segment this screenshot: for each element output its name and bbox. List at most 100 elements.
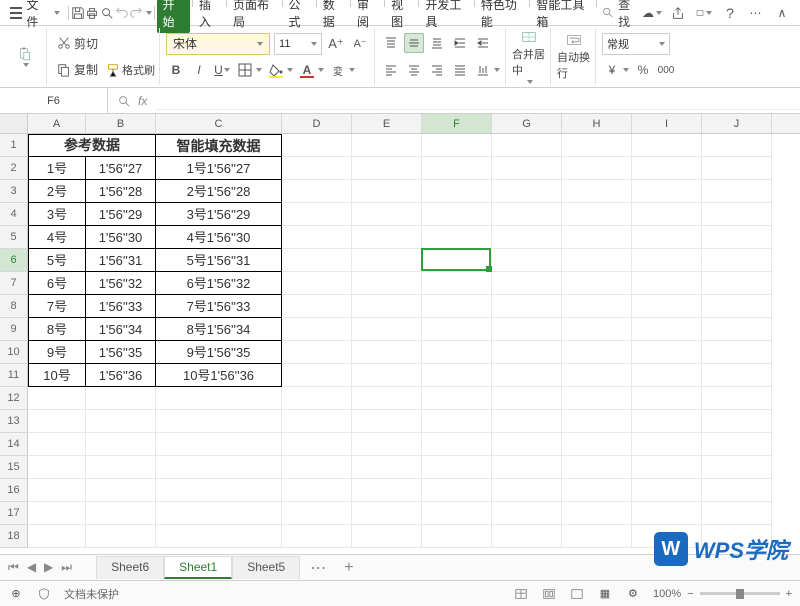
- cell[interactable]: [702, 134, 772, 157]
- cell[interactable]: 2号1'56''28: [156, 180, 282, 203]
- cell[interactable]: 1'56''28: [86, 180, 156, 203]
- cell[interactable]: 7号1'56''33: [156, 295, 282, 318]
- cell[interactable]: [352, 226, 422, 249]
- cell[interactable]: [282, 180, 352, 203]
- row-header[interactable]: 6: [0, 249, 28, 272]
- fill-color-button[interactable]: [266, 60, 286, 80]
- help-icon[interactable]: ?: [722, 5, 738, 21]
- row-header[interactable]: 9: [0, 318, 28, 341]
- print-icon[interactable]: [85, 5, 100, 21]
- row-header[interactable]: 17: [0, 502, 28, 525]
- cell[interactable]: [492, 341, 562, 364]
- last-sheet-icon[interactable]: ⏭: [59, 560, 74, 575]
- cell[interactable]: [632, 387, 702, 410]
- col-header-C[interactable]: C: [156, 114, 282, 133]
- cell[interactable]: [28, 525, 86, 548]
- cell[interactable]: [562, 341, 632, 364]
- cell[interactable]: [702, 295, 772, 318]
- cell[interactable]: [352, 249, 422, 272]
- insert-function-icon[interactable]: [116, 93, 132, 109]
- comma-icon[interactable]: 000: [656, 60, 676, 80]
- cell[interactable]: [492, 203, 562, 226]
- cut-button[interactable]: 剪切: [53, 33, 155, 54]
- cell[interactable]: [632, 272, 702, 295]
- row-header[interactable]: 18: [0, 525, 28, 548]
- cell[interactable]: [352, 479, 422, 502]
- cell[interactable]: 8号1'56''34: [156, 318, 282, 341]
- fx-icon[interactable]: fx: [138, 94, 147, 108]
- cell[interactable]: [422, 456, 492, 479]
- cell[interactable]: 10号1'56''36: [156, 364, 282, 387]
- cell[interactable]: [282, 226, 352, 249]
- cell[interactable]: 1'56''35: [86, 341, 156, 364]
- percent-icon[interactable]: %: [633, 60, 653, 80]
- cell[interactable]: [562, 318, 632, 341]
- cell[interactable]: 1'56''27: [86, 157, 156, 180]
- col-header-H[interactable]: H: [562, 114, 632, 133]
- cell[interactable]: 10号: [28, 364, 86, 387]
- cell[interactable]: [562, 387, 632, 410]
- cell[interactable]: [86, 502, 156, 525]
- cell[interactable]: [632, 226, 702, 249]
- cell[interactable]: 1'56''33: [86, 295, 156, 318]
- row-header[interactable]: 1: [0, 134, 28, 157]
- cell[interactable]: 4号: [28, 226, 86, 249]
- cell[interactable]: [156, 502, 282, 525]
- cell[interactable]: [702, 456, 772, 479]
- sheet-tab[interactable]: Sheet6: [96, 556, 164, 579]
- cell[interactable]: [702, 272, 772, 295]
- cell[interactable]: [702, 387, 772, 410]
- cell[interactable]: [702, 364, 772, 387]
- cell[interactable]: [702, 203, 772, 226]
- save-icon[interactable]: [70, 5, 85, 21]
- col-header-F[interactable]: F: [422, 114, 492, 133]
- cell[interactable]: [28, 433, 86, 456]
- cell[interactable]: [86, 525, 156, 548]
- cell[interactable]: 1'56''32: [86, 272, 156, 295]
- cell[interactable]: [28, 134, 86, 157]
- cell[interactable]: [562, 157, 632, 180]
- window-icon[interactable]: [696, 5, 712, 21]
- cell[interactable]: [702, 318, 772, 341]
- justify-icon[interactable]: [450, 60, 470, 80]
- cell[interactable]: [352, 272, 422, 295]
- cell[interactable]: [352, 456, 422, 479]
- cell[interactable]: [632, 180, 702, 203]
- cell[interactable]: [702, 249, 772, 272]
- view-page-icon[interactable]: [541, 586, 557, 602]
- crosshair-icon[interactable]: ⊕: [8, 586, 24, 602]
- cell[interactable]: [352, 410, 422, 433]
- cell[interactable]: [86, 387, 156, 410]
- cell[interactable]: [282, 134, 352, 157]
- cell[interactable]: [562, 364, 632, 387]
- row-header[interactable]: 14: [0, 433, 28, 456]
- cell[interactable]: [632, 456, 702, 479]
- cell[interactable]: [28, 456, 86, 479]
- col-header-I[interactable]: I: [632, 114, 702, 133]
- col-header-G[interactable]: G: [492, 114, 562, 133]
- cell[interactable]: [282, 525, 352, 548]
- align-middle-icon[interactable]: [404, 33, 424, 53]
- align-left-icon[interactable]: [381, 60, 401, 80]
- cell[interactable]: [422, 364, 492, 387]
- chevron-down-icon[interactable]: [146, 11, 152, 15]
- cell[interactable]: [352, 157, 422, 180]
- cell[interactable]: [422, 433, 492, 456]
- cell[interactable]: 1'56''29: [86, 203, 156, 226]
- cell[interactable]: 6号1'56''32: [156, 272, 282, 295]
- cell[interactable]: [352, 180, 422, 203]
- row-header[interactable]: 7: [0, 272, 28, 295]
- settings-icon[interactable]: ⚙: [625, 586, 641, 602]
- cell[interactable]: [492, 456, 562, 479]
- cell[interactable]: [352, 134, 422, 157]
- format-painter-button[interactable]: 格式刷: [106, 62, 155, 78]
- cell[interactable]: [492, 318, 562, 341]
- cell[interactable]: [156, 525, 282, 548]
- align-center-icon[interactable]: [404, 60, 424, 80]
- cell[interactable]: [702, 502, 772, 525]
- cell[interactable]: [282, 295, 352, 318]
- cell[interactable]: [632, 295, 702, 318]
- cell[interactable]: [28, 410, 86, 433]
- cell[interactable]: [492, 295, 562, 318]
- col-header-J[interactable]: J: [702, 114, 772, 133]
